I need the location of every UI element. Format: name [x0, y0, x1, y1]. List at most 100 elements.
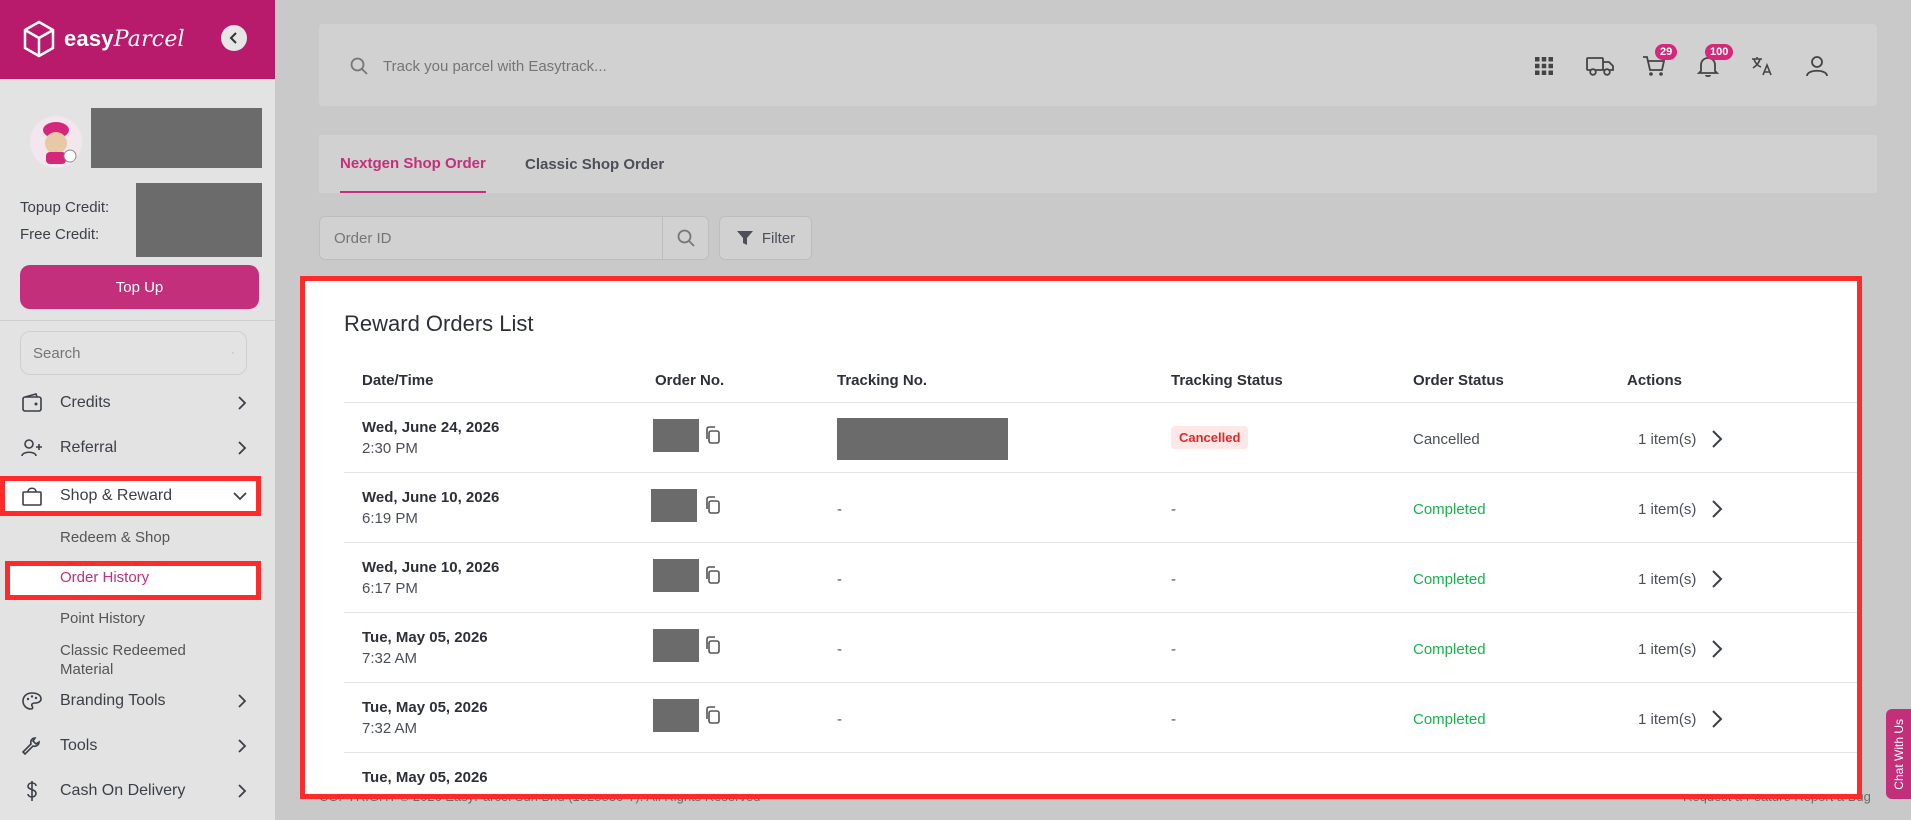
chevron-down-icon	[233, 492, 247, 501]
order-tabs: Nextgen Shop Order Classic Shop Order	[319, 135, 1877, 193]
tab-classic-shop-order[interactable]: Classic Shop Order	[525, 135, 664, 193]
sidebar-item-credits[interactable]: Credits	[20, 388, 247, 418]
column-header-tracking-no: Tracking No.	[837, 372, 928, 389]
sidebar-subitem-point-history[interactable]: Point History	[60, 610, 145, 627]
table-row[interactable]: Wed, June 10, 2026 6:17 PM - - Completed…	[344, 543, 1857, 613]
redacted-tracking-no	[837, 418, 1008, 460]
user-icon	[1806, 56, 1828, 77]
collapse-sidebar-button[interactable]	[221, 25, 247, 51]
sidebar-item-label: Referral	[60, 439, 117, 456]
tab-nextgen-shop-order[interactable]: Nextgen Shop Order	[340, 135, 486, 193]
profile-button[interactable]	[1801, 50, 1833, 82]
order-search-button[interactable]	[662, 217, 708, 259]
table-row[interactable]: Wed, June 24, 2026 2:30 PM Cancelled Can…	[344, 403, 1857, 473]
sidebar-item-label: Shop & Reward	[60, 487, 173, 504]
language-button[interactable]	[1746, 50, 1778, 82]
item-count: 1 item(s)	[1638, 501, 1697, 518]
avatar[interactable]	[30, 116, 82, 168]
sidebar-item-label: Branding Tools	[60, 692, 166, 709]
order-time: 6:17 PM	[362, 580, 418, 597]
apps-grid-button[interactable]	[1528, 50, 1560, 82]
sidebar-subitem-classic-redeemed-material[interactable]: Classic Redeemed Material	[60, 641, 186, 679]
chevron-right-icon[interactable]	[1707, 638, 1727, 660]
reward-orders-card: Reward Orders List Date/Time Order No. T…	[300, 276, 1862, 799]
item-count: 1 item(s)	[1638, 431, 1697, 448]
sidebar-search[interactable]	[20, 331, 247, 375]
chevron-right-icon[interactable]	[1707, 568, 1727, 590]
order-id-input[interactable]	[320, 217, 662, 259]
search-icon	[350, 57, 368, 75]
order-status: Completed	[1413, 501, 1486, 518]
copy-icon[interactable]	[703, 565, 723, 585]
status-badge: Cancelled	[1171, 426, 1249, 449]
order-time: 7:32 AM	[362, 720, 418, 737]
copy-icon[interactable]	[703, 495, 723, 515]
chevron-right-icon[interactable]	[1707, 708, 1727, 730]
column-header-order-status: Order Status	[1413, 372, 1504, 389]
tracking-no: -	[837, 501, 842, 518]
chat-label: Chat With Us	[1891, 718, 1906, 790]
column-header-tracking-status: Tracking Status	[1171, 372, 1283, 389]
apps-grid-icon	[1535, 57, 1553, 75]
order-status: Completed	[1413, 641, 1486, 658]
order-date: Wed, June 24, 2026	[362, 419, 500, 436]
chevron-right-icon	[238, 441, 247, 455]
order-status: Completed	[1413, 571, 1486, 588]
sub-label-line2: Material	[60, 661, 114, 678]
sidebar-item-tools[interactable]: Tools	[20, 731, 247, 761]
chevron-right-icon[interactable]	[1707, 428, 1727, 450]
divider	[0, 320, 275, 321]
tracking-status: -	[1171, 641, 1176, 658]
order-date: Wed, June 10, 2026	[362, 489, 500, 506]
sidebar-item-referral[interactable]: Referral	[20, 433, 247, 463]
dollar-icon	[20, 779, 44, 803]
cart-badge: 29	[1655, 44, 1678, 60]
copy-icon[interactable]	[703, 635, 723, 655]
filter-button[interactable]: Filter	[719, 216, 812, 260]
brand-header: easyParcel	[0, 0, 275, 79]
order-time: 7:32 AM	[362, 650, 418, 667]
sidebar-item-cash-on-delivery[interactable]: Cash On Delivery	[20, 776, 247, 806]
copy-icon[interactable]	[703, 705, 723, 725]
box-logo-icon	[23, 20, 55, 58]
table-row[interactable]: Wed, June 10, 2026 6:19 PM - - Completed…	[344, 473, 1857, 543]
shipment-button[interactable]	[1584, 50, 1616, 82]
table-row[interactable]: Tue, May 05, 2026 7:32 AM - - Completed …	[344, 613, 1857, 683]
chevron-right-icon	[238, 396, 247, 410]
chat-with-us-button[interactable]: Chat With Us	[1886, 709, 1911, 799]
column-header-datetime: Date/Time	[362, 372, 434, 389]
notification-button[interactable]: 100	[1692, 44, 1734, 82]
sidebar-search-input[interactable]	[33, 344, 232, 362]
redacted-order-no	[653, 559, 699, 592]
order-time: 2:30 PM	[362, 440, 418, 457]
redacted-order-no	[653, 629, 699, 662]
order-id-search[interactable]	[319, 216, 709, 260]
truck-icon	[1586, 57, 1614, 76]
palette-icon	[20, 689, 44, 713]
chevron-right-icon[interactable]	[1707, 498, 1727, 520]
cart-button[interactable]: 29	[1638, 44, 1678, 82]
column-header-order-no: Order No.	[655, 372, 725, 389]
table-row[interactable]: Tue, May 05, 2026 7:32 AM - - Completed …	[344, 683, 1857, 753]
order-date: Tue, May 05, 2026	[362, 699, 488, 716]
tracking-search-input[interactable]	[383, 57, 1549, 75]
top-up-button[interactable]: Top Up	[20, 265, 259, 309]
redacted-order-no	[653, 699, 699, 732]
tracking-status: -	[1171, 571, 1176, 588]
copy-icon[interactable]	[703, 425, 723, 445]
table-header: Date/Time Order No. Tracking No. Trackin…	[344, 358, 1857, 403]
table-row[interactable]: Tue, May 05, 2026	[344, 753, 1857, 794]
order-date: Wed, June 10, 2026	[362, 559, 500, 576]
sidebar-subitem-redeem-shop[interactable]: Redeem & Shop	[60, 529, 170, 546]
tracking-status: -	[1171, 711, 1176, 728]
sidebar-item-shop-reward[interactable]: Shop & Reward	[20, 481, 247, 511]
logo[interactable]: easyParcel	[22, 20, 185, 58]
tracking-search[interactable]	[349, 46, 1549, 86]
sidebar-item-branding-tools[interactable]: Branding Tools	[20, 686, 247, 716]
sub-label-line1: Classic Redeemed	[60, 642, 186, 659]
tracking-no: -	[837, 641, 842, 658]
column-header-actions: Actions	[1627, 372, 1683, 389]
filter-label: Filter	[761, 229, 796, 247]
topup-credit-label: Topup Credit:	[20, 199, 110, 216]
sidebar-subitem-order-history[interactable]: Order History	[60, 569, 149, 586]
